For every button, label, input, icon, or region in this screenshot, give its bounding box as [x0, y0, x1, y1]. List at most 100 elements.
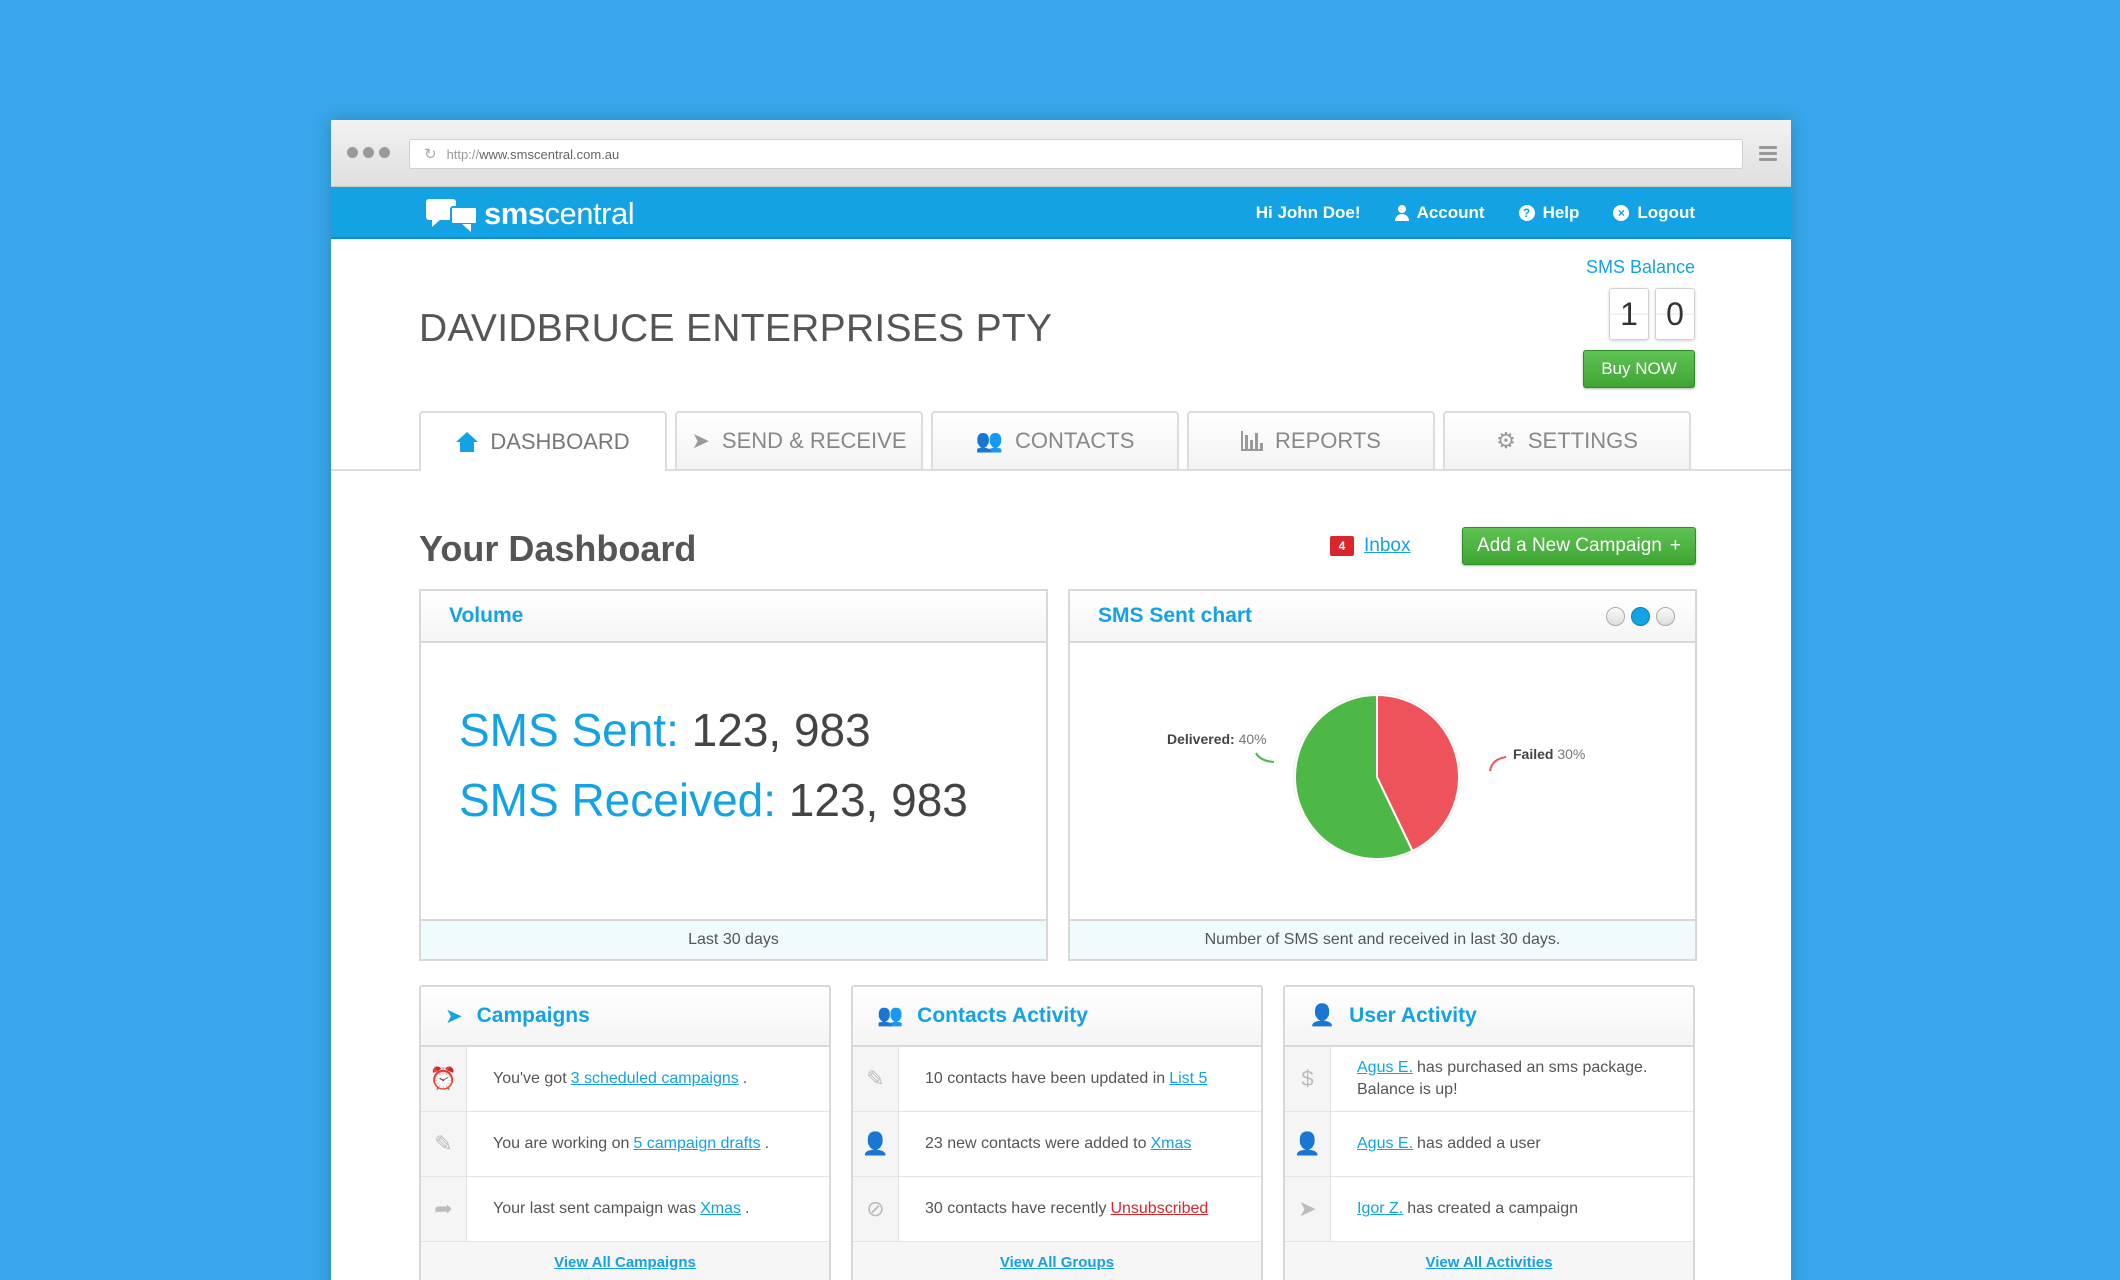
volume-title: Volume: [421, 591, 1046, 643]
list-item: 👤 23 new contacts were added to Xmas: [853, 1112, 1261, 1177]
sms-balance: SMS Balance 1 0 Buy NOW: [1583, 257, 1695, 388]
contacts-activity-card: 👥 Contacts Activity ✎ 10 contacts have b…: [851, 985, 1263, 1280]
paper-plane-icon: ➤: [1285, 1177, 1331, 1241]
pencil-icon: ✎: [421, 1112, 467, 1176]
user-link-agus[interactable]: Agus E.: [1357, 1059, 1413, 1076]
gear-icon: ⚙: [1496, 428, 1516, 453]
page-title: Your Dashboard: [419, 528, 697, 569]
help-link[interactable]: ? Help: [1518, 203, 1579, 223]
xmas-group-link[interactable]: Xmas: [1150, 1133, 1191, 1155]
view-all-activities-link[interactable]: View All Activities: [1426, 1254, 1553, 1271]
user-nav: Hi John Doe! Account ? Help × Logout: [1256, 187, 1695, 239]
balance-digit: 0: [1655, 288, 1695, 340]
address-bar[interactable]: ↻ http://www.smscentral.com.au: [409, 139, 1743, 169]
tab-send-receive[interactable]: ➤ SEND & RECEIVE: [675, 411, 923, 469]
user-link-agus[interactable]: Agus E.: [1357, 1133, 1413, 1155]
scheduled-campaigns-link[interactable]: 3 scheduled campaigns: [571, 1068, 739, 1090]
sms-chart-title: SMS Sent chart: [1070, 591, 1695, 643]
tab-dashboard[interactable]: DASHBOARD: [419, 411, 667, 471]
failed-data-label: Failed 30%: [1513, 746, 1585, 762]
account-header: DAVIDBRUCE ENTERPRISES PTY SMS Balance 1…: [331, 239, 1791, 471]
help-icon: ?: [1518, 205, 1535, 221]
tab-contacts[interactable]: 👥 CONTACTS: [931, 411, 1179, 469]
user-activity-card: 👤 User Activity $ Agus E. has purchased a…: [1283, 985, 1695, 1280]
company-name: DAVIDBRUCE ENTERPRISES PTY: [419, 307, 1053, 350]
pager-dot-active[interactable]: [1631, 607, 1650, 626]
buy-now-button[interactable]: Buy NOW: [1583, 350, 1695, 388]
balance-counter: 1 0: [1609, 288, 1695, 340]
logo-text: smscentral: [484, 196, 635, 231]
tab-reports[interactable]: REPORTS: [1187, 411, 1435, 469]
view-all-groups-link[interactable]: View All Groups: [1000, 1254, 1114, 1271]
browser-chrome: ↻ http://www.smscentral.com.au: [331, 120, 1791, 187]
dollar-icon: $: [1285, 1047, 1331, 1111]
browser-menu-icon[interactable]: [1759, 146, 1777, 164]
list-item: ➤ Igor Z. has created a campaign: [1285, 1177, 1693, 1242]
add-user-icon: 👤: [1285, 1112, 1331, 1176]
user-icon: 👤: [1309, 1004, 1336, 1027]
last-campaign-link[interactable]: Xmas: [700, 1198, 741, 1220]
inbox-count-badge: 4: [1330, 536, 1354, 556]
home-icon: [456, 432, 479, 452]
list-item: 👤 Agus E. has added a user: [1285, 1112, 1693, 1177]
failed-leader-line: [1489, 756, 1507, 772]
volume-panel: Volume SMS Sent: 123, 983 SMS Received: …: [419, 589, 1048, 961]
list-item: ⏰ You've got 3 scheduled campaigns.: [421, 1047, 829, 1112]
top-navbar: smscentral Hi John Doe! Account ? Help × L…: [331, 187, 1791, 239]
pager-dot[interactable]: [1656, 607, 1675, 626]
paper-plane-icon: ➤: [445, 1004, 463, 1028]
plus-icon: +: [1669, 535, 1681, 556]
campaigns-card: ➤ Campaigns ⏰ You've got 3 scheduled camp…: [419, 985, 831, 1280]
sms-chart-panel: SMS Sent chart Delivered: 40% Failed 30%…: [1068, 589, 1697, 961]
delivered-leader-line: [1255, 752, 1275, 763]
contacts-activity-header: 👥 Contacts Activity: [853, 987, 1261, 1047]
logout-link[interactable]: × Logout: [1613, 203, 1695, 223]
pencil-icon: ✎: [853, 1047, 899, 1111]
alarm-clock-icon: ⏰: [421, 1047, 467, 1111]
campaigns-header: ➤ Campaigns: [421, 987, 829, 1047]
pager-dot[interactable]: [1606, 607, 1625, 626]
chart-pager: [1606, 607, 1675, 626]
close-circle-icon: ×: [1613, 205, 1630, 221]
add-user-icon: 👤: [853, 1112, 899, 1176]
list-item: ➦ Your last sent campaign was Xmas.: [421, 1177, 829, 1242]
block-icon: ⊘: [853, 1177, 899, 1241]
reload-icon[interactable]: ↻: [424, 145, 437, 163]
share-arrow-icon: ➦: [421, 1177, 467, 1241]
main-tabs: DASHBOARD ➤ SEND & RECEIVE 👥 CONTACTS RE…: [419, 411, 1691, 471]
inbox-label[interactable]: Inbox: [1364, 535, 1410, 557]
balance-digit: 1: [1609, 288, 1649, 340]
view-all-campaigns-link[interactable]: View All Campaigns: [554, 1254, 696, 1271]
chat-bubbles-icon: [426, 197, 480, 232]
logo[interactable]: smscentral: [426, 196, 635, 232]
url-host: www.smscentral.com.au: [479, 146, 620, 162]
add-campaign-button[interactable]: Add a New Campaign +: [1462, 527, 1696, 565]
inbox-link[interactable]: 4 Inbox: [1330, 535, 1410, 557]
list-5-link[interactable]: List 5: [1169, 1068, 1207, 1090]
list-item: $ Agus E. has purchased an sms package. Ba…: [1285, 1047, 1693, 1112]
greeting: Hi John Doe!: [1255, 203, 1361, 222]
delivered-data-label: Delivered: 40%: [1167, 731, 1267, 747]
paper-plane-icon: ➤: [691, 428, 710, 453]
list-item: ✎ 10 contacts have been updated in List 5: [853, 1047, 1261, 1112]
user-activity-header: 👤 User Activity: [1285, 987, 1693, 1047]
list-item: ✎ You are working on 5 campaign drafts.: [421, 1112, 829, 1177]
sms-received-stat: SMS Received: 123, 983: [459, 774, 968, 826]
campaign-drafts-link[interactable]: 5 campaign drafts: [633, 1133, 760, 1155]
user-link-igor[interactable]: Igor Z.: [1357, 1198, 1403, 1220]
sms-chart-footer: Number of SMS sent and received in last …: [1070, 919, 1695, 959]
users-icon: 👥: [877, 1004, 904, 1027]
list-item: ⊘ 30 contacts have recently Unsubscribed: [853, 1177, 1261, 1242]
balance-label: SMS Balance: [1585, 257, 1695, 277]
sms-sent-stat: SMS Sent: 123, 983: [459, 704, 871, 756]
tab-settings[interactable]: ⚙ SETTINGS: [1443, 411, 1691, 469]
pie-chart: Delivered: 40% Failed 30%: [1167, 693, 1585, 861]
window-controls[interactable]: [347, 147, 390, 158]
volume-footer: Last 30 days: [421, 919, 1046, 959]
unsubscribed-link[interactable]: Unsubscribed: [1110, 1198, 1208, 1220]
users-icon: 👥: [975, 428, 1004, 453]
user-icon: [1394, 205, 1409, 221]
url-protocol: http://: [446, 146, 480, 162]
bar-chart-icon: [1241, 431, 1264, 451]
account-link[interactable]: Account: [1394, 203, 1485, 223]
